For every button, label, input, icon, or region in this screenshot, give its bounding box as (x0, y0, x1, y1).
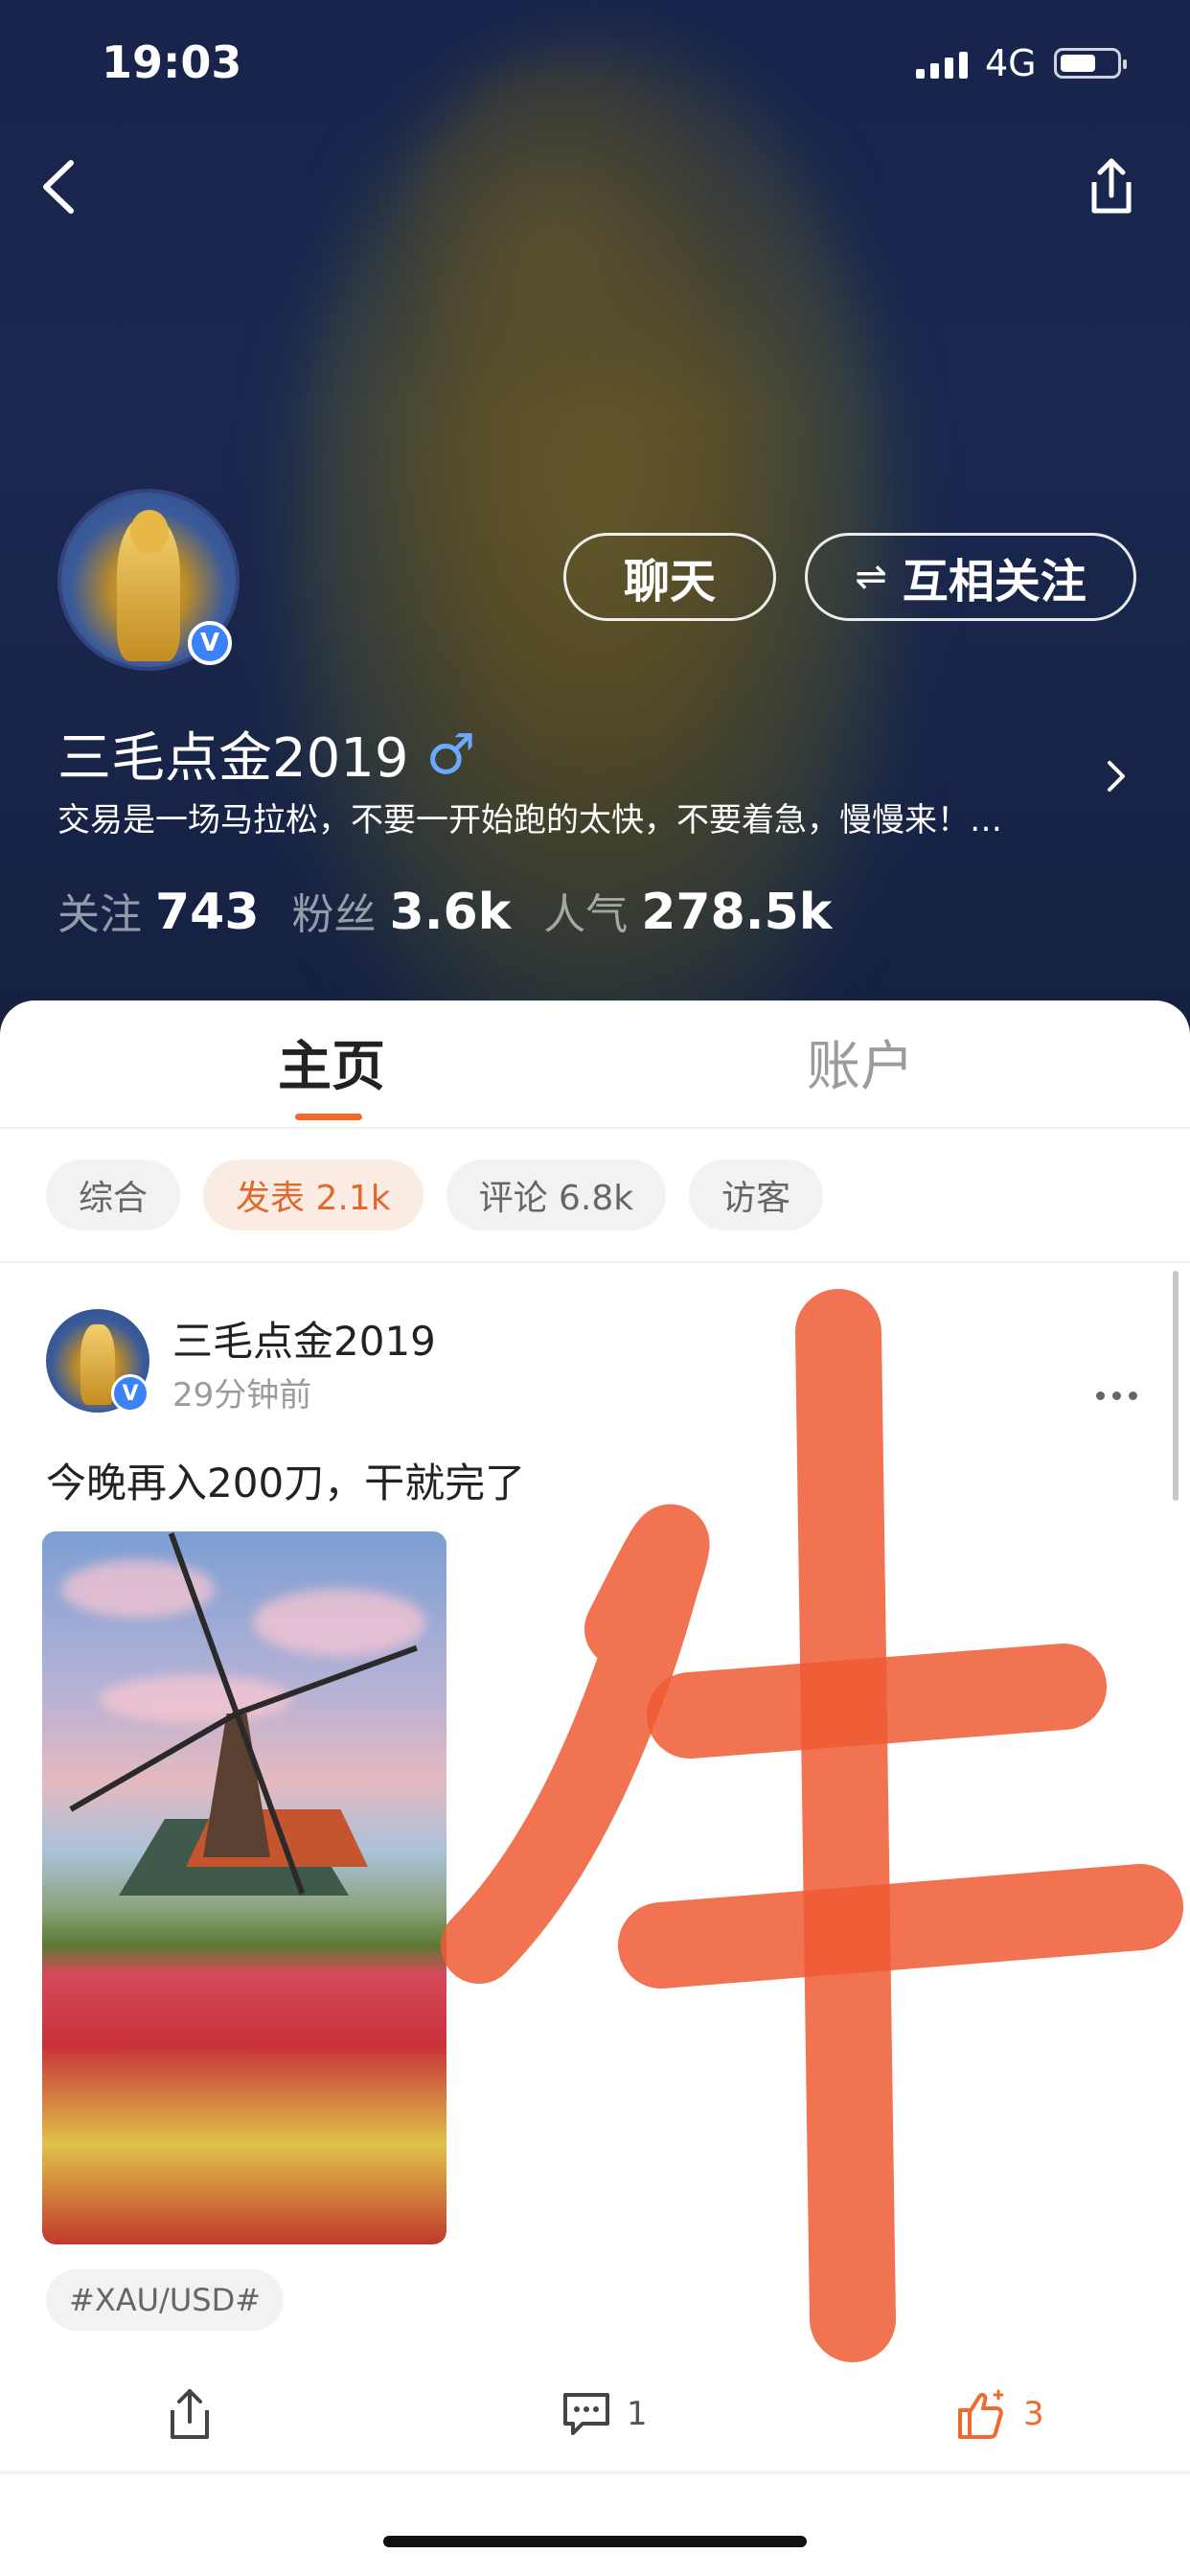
stat-followers[interactable]: 粉丝 3.6k (292, 880, 512, 941)
profile-detail-button[interactable] (1102, 757, 1131, 795)
profile-tabs: 主页 账户 (0, 1000, 1190, 1129)
post-time: 29分钟前 (172, 1376, 312, 1414)
filter-chips: 综合 发表 2.1k 评论 6.8k 访客 (46, 1160, 824, 1230)
signal-icon (916, 50, 968, 79)
tab-home[interactable]: 主页 (278, 1024, 385, 1101)
divider (0, 1261, 1190, 1263)
swap-icon: ⇌ (855, 555, 887, 599)
filter-visitors[interactable]: 访客 (689, 1160, 824, 1230)
back-button[interactable] (34, 153, 92, 220)
verified-badge: V (188, 621, 232, 665)
chat-button[interactable]: 聊天 (563, 533, 776, 621)
scrollbar[interactable] (1173, 1271, 1179, 1501)
stat-popularity: 人气 278.5k (543, 884, 833, 941)
filter-posts[interactable]: 发表 2.1k (203, 1160, 423, 1230)
profile-content: 主页 账户 综合 发表 2.1k 评论 6.8k 访客 V 三毛点金2019 2… (0, 1000, 1190, 2576)
post-actions: 1 3 (0, 2380, 1190, 2476)
status-bar: 19:03 4G (0, 0, 1190, 125)
post-text: 今晚再入200刀，干就完了 (46, 1460, 526, 1506)
chat-label: 聊天 (623, 555, 716, 609)
profile-stats: 关注 743 粉丝 3.6k 人气 278.5k (57, 880, 832, 941)
male-icon: ♂ (425, 721, 476, 787)
more-options-icon[interactable] (1096, 1392, 1144, 1411)
stat-following[interactable]: 关注 743 (57, 880, 260, 941)
comment-icon (563, 2393, 609, 2435)
filter-all[interactable]: 综合 (46, 1160, 181, 1230)
follow-label: 互相关注 (902, 555, 1087, 609)
thumbs-up-icon (958, 2389, 1004, 2439)
post-share-button[interactable] (165, 2380, 215, 2448)
post-comment-button[interactable]: 1 (560, 2380, 648, 2448)
profile-header: 19:03 4G V 聊天 ⇌ 互相关注 三毛点金2019 ♂ 交易是一场马拉松… (0, 0, 1190, 1035)
profile-page: 19:03 4G V 聊天 ⇌ 互相关注 三毛点金2019 ♂ 交易是一场马拉松… (0, 0, 1190, 2576)
share-icon (171, 2389, 209, 2439)
battery-icon (1054, 48, 1127, 79)
post-verified-badge: V (111, 1374, 149, 1413)
post-author-name[interactable]: 三毛点金2019 (172, 1309, 436, 1368)
home-indicator (383, 2536, 807, 2547)
tab-indicator (295, 1114, 362, 1120)
mutual-follow-button[interactable]: ⇌ 互相关注 (805, 533, 1136, 621)
share-icon (1091, 158, 1132, 214)
profile-bio: 交易是一场马拉松，不要一开始跑的太快，不要着急，慢慢来！… (57, 801, 1002, 840)
comment-count: 1 (627, 2395, 648, 2433)
like-count: 3 (1023, 2395, 1044, 2433)
share-button[interactable] (1083, 153, 1140, 220)
status-time: 19:03 (102, 36, 242, 88)
profile-name: 三毛点金2019 ♂ (57, 721, 476, 791)
tab-account[interactable]: 账户 (807, 1024, 914, 1101)
post-hashtag[interactable]: #XAU/USD# (46, 2269, 285, 2331)
network-label: 4G (985, 42, 1037, 84)
chevron-right-icon (1108, 761, 1125, 792)
filter-comments[interactable]: 评论 6.8k (446, 1160, 667, 1230)
separator (0, 2471, 1190, 2474)
chevron-left-icon (43, 160, 74, 214)
post-like-button[interactable]: 3 (954, 2380, 1044, 2448)
post-image[interactable] (42, 1531, 446, 2244)
